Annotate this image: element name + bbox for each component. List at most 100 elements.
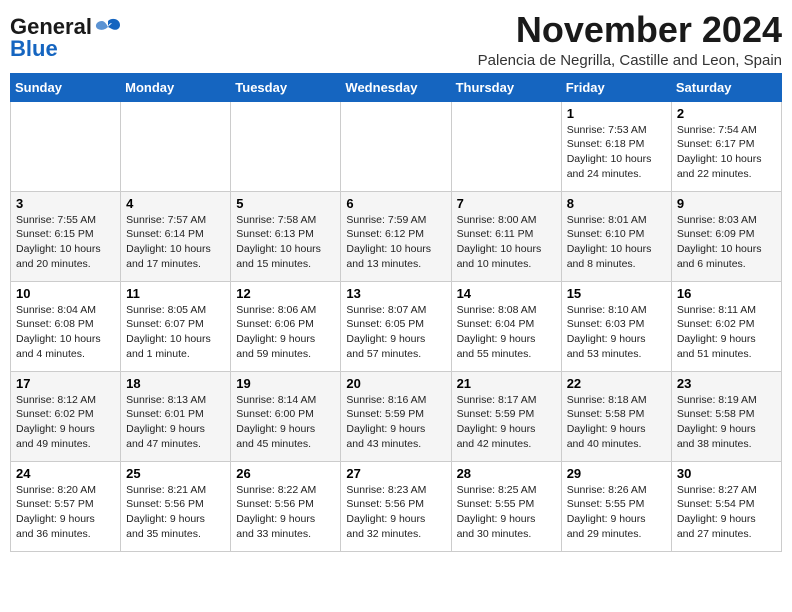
day-number: 8 — [567, 196, 666, 211]
day-info: Sunrise: 8:12 AM Sunset: 6:02 PM Dayligh… — [16, 393, 115, 452]
calendar-cell: 13 Sunrise: 8:07 AM Sunset: 6:05 PM Dayli… — [341, 281, 451, 371]
day-number: 4 — [126, 196, 225, 211]
calendar-cell: 12 Sunrise: 8:06 AM Sunset: 6:06 PM Dayli… — [231, 281, 341, 371]
calendar-cell: 5 Sunrise: 7:58 AM Sunset: 6:13 PM Daylig… — [231, 191, 341, 281]
header-thursday: Thursday — [451, 73, 561, 101]
header-wednesday: Wednesday — [341, 73, 451, 101]
day-number: 24 — [16, 466, 115, 481]
logo: General Blue — [10, 10, 122, 62]
day-info: Sunrise: 8:04 AM Sunset: 6:08 PM Dayligh… — [16, 303, 115, 362]
day-info: Sunrise: 8:16 AM Sunset: 5:59 PM Dayligh… — [346, 393, 445, 452]
calendar-week-2: 3 Sunrise: 7:55 AM Sunset: 6:15 PM Daylig… — [11, 191, 782, 281]
header-saturday: Saturday — [671, 73, 781, 101]
calendar-header-row: Sunday Monday Tuesday Wednesday Thursday… — [11, 73, 782, 101]
day-info: Sunrise: 8:07 AM Sunset: 6:05 PM Dayligh… — [346, 303, 445, 362]
day-info: Sunrise: 8:05 AM Sunset: 6:07 PM Dayligh… — [126, 303, 225, 362]
calendar-cell: 19 Sunrise: 8:14 AM Sunset: 6:00 PM Dayli… — [231, 371, 341, 461]
calendar-cell: 18Sunrise: 8:13 AM Sunset: 6:01 PM Dayli… — [121, 371, 231, 461]
day-number: 6 — [346, 196, 445, 211]
calendar-cell: 25 Sunrise: 8:21 AM Sunset: 5:56 PM Dayli… — [121, 461, 231, 551]
day-number: 25 — [126, 466, 225, 481]
day-number: 5 — [236, 196, 335, 211]
day-info: Sunrise: 8:19 AM Sunset: 5:58 PM Dayligh… — [677, 393, 776, 452]
calendar-cell: 15 Sunrise: 8:10 AM Sunset: 6:03 PM Dayli… — [561, 281, 671, 371]
day-number: 11 — [126, 286, 225, 301]
calendar-cell: 23 Sunrise: 8:19 AM Sunset: 5:58 PM Dayli… — [671, 371, 781, 461]
day-info: Sunrise: 8:26 AM Sunset: 5:55 PM Dayligh… — [567, 483, 666, 542]
calendar-cell: 26Sunrise: 8:22 AM Sunset: 5:56 PM Dayli… — [231, 461, 341, 551]
calendar-cell: 3 Sunrise: 7:55 AM Sunset: 6:15 PM Daylig… — [11, 191, 121, 281]
day-info: Sunrise: 7:53 AM Sunset: 6:18 PM Dayligh… — [567, 123, 666, 182]
day-number: 15 — [567, 286, 666, 301]
calendar-week-1: 1 Sunrise: 7:53 AM Sunset: 6:18 PM Daylig… — [11, 101, 782, 191]
calendar-cell: 17 Sunrise: 8:12 AM Sunset: 6:02 PM Dayli… — [11, 371, 121, 461]
calendar-cell: 7 Sunrise: 8:00 AM Sunset: 6:11 PM Daylig… — [451, 191, 561, 281]
day-info: Sunrise: 8:21 AM Sunset: 5:56 PM Dayligh… — [126, 483, 225, 542]
day-number: 18 — [126, 376, 225, 391]
calendar-week-3: 10 Sunrise: 8:04 AM Sunset: 6:08 PM Dayli… — [11, 281, 782, 371]
calendar-cell: 1 Sunrise: 7:53 AM Sunset: 6:18 PM Daylig… — [561, 101, 671, 191]
day-number: 20 — [346, 376, 445, 391]
day-info: Sunrise: 8:08 AM Sunset: 6:04 PM Dayligh… — [457, 303, 556, 362]
logo-text-blue: Blue — [10, 36, 58, 62]
calendar-cell: 9Sunrise: 8:03 AM Sunset: 6:09 PM Daylig… — [671, 191, 781, 281]
day-number: 7 — [457, 196, 556, 211]
day-number: 23 — [677, 376, 776, 391]
calendar-cell: 11 Sunrise: 8:05 AM Sunset: 6:07 PM Dayli… — [121, 281, 231, 371]
day-info: Sunrise: 7:59 AM Sunset: 6:12 PM Dayligh… — [346, 213, 445, 272]
day-number: 30 — [677, 466, 776, 481]
day-info: Sunrise: 7:58 AM Sunset: 6:13 PM Dayligh… — [236, 213, 335, 272]
calendar-cell: 10 Sunrise: 8:04 AM Sunset: 6:08 PM Dayli… — [11, 281, 121, 371]
logo-bird-icon — [94, 17, 122, 37]
day-info: Sunrise: 8:14 AM Sunset: 6:00 PM Dayligh… — [236, 393, 335, 452]
day-number: 16 — [677, 286, 776, 301]
header-tuesday: Tuesday — [231, 73, 341, 101]
calendar-cell: 2 Sunrise: 7:54 AM Sunset: 6:17 PM Daylig… — [671, 101, 781, 191]
day-info: Sunrise: 8:27 AM Sunset: 5:54 PM Dayligh… — [677, 483, 776, 542]
day-number: 21 — [457, 376, 556, 391]
calendar-cell — [121, 101, 231, 191]
title-block: November 2024 Palencia de Negrilla, Cast… — [478, 10, 782, 69]
day-info: Sunrise: 8:03 AM Sunset: 6:09 PM Dayligh… — [677, 213, 776, 272]
calendar-cell: 8Sunrise: 8:01 AM Sunset: 6:10 PM Daylig… — [561, 191, 671, 281]
calendar-cell: 30 Sunrise: 8:27 AM Sunset: 5:54 PM Dayli… — [671, 461, 781, 551]
day-number: 27 — [346, 466, 445, 481]
calendar-table: Sunday Monday Tuesday Wednesday Thursday… — [10, 73, 782, 552]
calendar-cell — [451, 101, 561, 191]
day-info: Sunrise: 8:00 AM Sunset: 6:11 PM Dayligh… — [457, 213, 556, 272]
day-info: Sunrise: 7:54 AM Sunset: 6:17 PM Dayligh… — [677, 123, 776, 182]
day-info: Sunrise: 8:10 AM Sunset: 6:03 PM Dayligh… — [567, 303, 666, 362]
day-number: 17 — [16, 376, 115, 391]
calendar-cell: 24Sunrise: 8:20 AM Sunset: 5:57 PM Dayli… — [11, 461, 121, 551]
day-info: Sunrise: 8:17 AM Sunset: 5:59 PM Dayligh… — [457, 393, 556, 452]
day-number: 29 — [567, 466, 666, 481]
location-subtitle: Palencia de Negrilla, Castille and Leon,… — [478, 52, 782, 69]
day-info: Sunrise: 7:57 AM Sunset: 6:14 PM Dayligh… — [126, 213, 225, 272]
calendar-cell — [11, 101, 121, 191]
calendar-cell — [341, 101, 451, 191]
day-number: 12 — [236, 286, 335, 301]
day-info: Sunrise: 8:06 AM Sunset: 6:06 PM Dayligh… — [236, 303, 335, 362]
header: General Blue November 2024 Palencia de N… — [10, 10, 782, 69]
month-title: November 2024 — [478, 10, 782, 50]
calendar-cell: 16 Sunrise: 8:11 AM Sunset: 6:02 PM Dayli… — [671, 281, 781, 371]
calendar-cell: 20 Sunrise: 8:16 AM Sunset: 5:59 PM Dayli… — [341, 371, 451, 461]
header-monday: Monday — [121, 73, 231, 101]
calendar-cell: 28Sunrise: 8:25 AM Sunset: 5:55 PM Dayli… — [451, 461, 561, 551]
day-number: 3 — [16, 196, 115, 211]
calendar-cell: 29 Sunrise: 8:26 AM Sunset: 5:55 PM Dayli… — [561, 461, 671, 551]
calendar-week-5: 24Sunrise: 8:20 AM Sunset: 5:57 PM Dayli… — [11, 461, 782, 551]
day-number: 10 — [16, 286, 115, 301]
day-number: 2 — [677, 106, 776, 121]
calendar-cell: 22Sunrise: 8:18 AM Sunset: 5:58 PM Dayli… — [561, 371, 671, 461]
header-sunday: Sunday — [11, 73, 121, 101]
day-info: Sunrise: 8:11 AM Sunset: 6:02 PM Dayligh… — [677, 303, 776, 362]
calendar-cell: 21 Sunrise: 8:17 AM Sunset: 5:59 PM Dayli… — [451, 371, 561, 461]
day-number: 13 — [346, 286, 445, 301]
calendar-cell: 27Sunrise: 8:23 AM Sunset: 5:56 PM Dayli… — [341, 461, 451, 551]
calendar-cell: 4 Sunrise: 7:57 AM Sunset: 6:14 PM Daylig… — [121, 191, 231, 281]
day-number: 19 — [236, 376, 335, 391]
header-friday: Friday — [561, 73, 671, 101]
day-info: Sunrise: 7:55 AM Sunset: 6:15 PM Dayligh… — [16, 213, 115, 272]
day-number: 1 — [567, 106, 666, 121]
